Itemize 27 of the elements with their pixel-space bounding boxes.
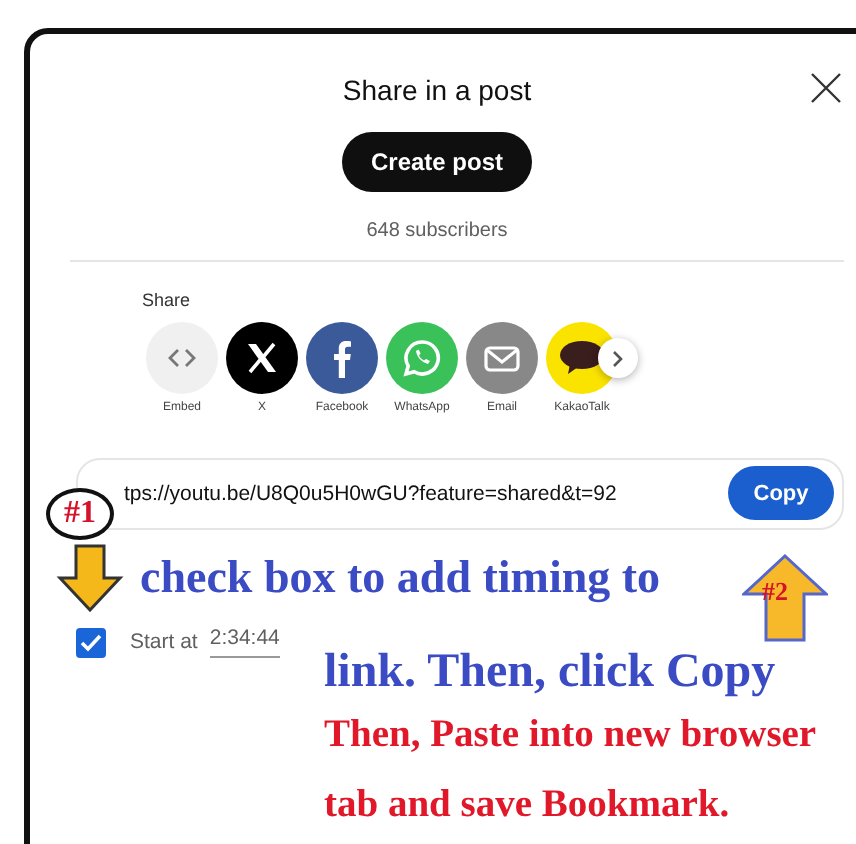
start-at-label: Start at bbox=[130, 630, 198, 654]
x-logo-icon bbox=[244, 340, 280, 376]
next-button[interactable] bbox=[598, 338, 638, 378]
start-time-field[interactable]: 2:34:44 bbox=[209, 626, 280, 658]
subscriber-count: 648 subscribers bbox=[366, 220, 508, 242]
checkbox[interactable] bbox=[76, 627, 106, 657]
step-marker: #2 bbox=[762, 576, 788, 608]
share-label: Share bbox=[142, 290, 193, 310]
instruction-text: Then, Paste into new browser bbox=[324, 714, 817, 758]
down-arrow-icon bbox=[56, 544, 124, 612]
up-arrow-icon bbox=[742, 554, 828, 642]
instruction-text: check box to add timing to bbox=[140, 552, 661, 604]
close-icon[interactable] bbox=[808, 70, 844, 106]
instruction-text: link. Then, click Copy bbox=[324, 646, 776, 700]
facebook-logo-icon bbox=[332, 338, 352, 378]
instruction-text: tab and save Bookmark. bbox=[324, 784, 730, 828]
chat-bubble-icon bbox=[402, 338, 442, 378]
copy-button[interactable]: Copy bbox=[728, 466, 834, 520]
share-target-button[interactable] bbox=[306, 322, 378, 394]
speech-bubble-icon bbox=[558, 340, 606, 376]
chevron-right-icon bbox=[612, 349, 624, 367]
dialog-title: Share in a post bbox=[342, 74, 532, 106]
envelope-icon bbox=[484, 345, 520, 371]
code-icon bbox=[168, 348, 196, 368]
checkmark-icon bbox=[80, 633, 102, 651]
share-target-button[interactable] bbox=[226, 322, 298, 394]
create-post-button[interactable]: Create post bbox=[342, 132, 532, 192]
